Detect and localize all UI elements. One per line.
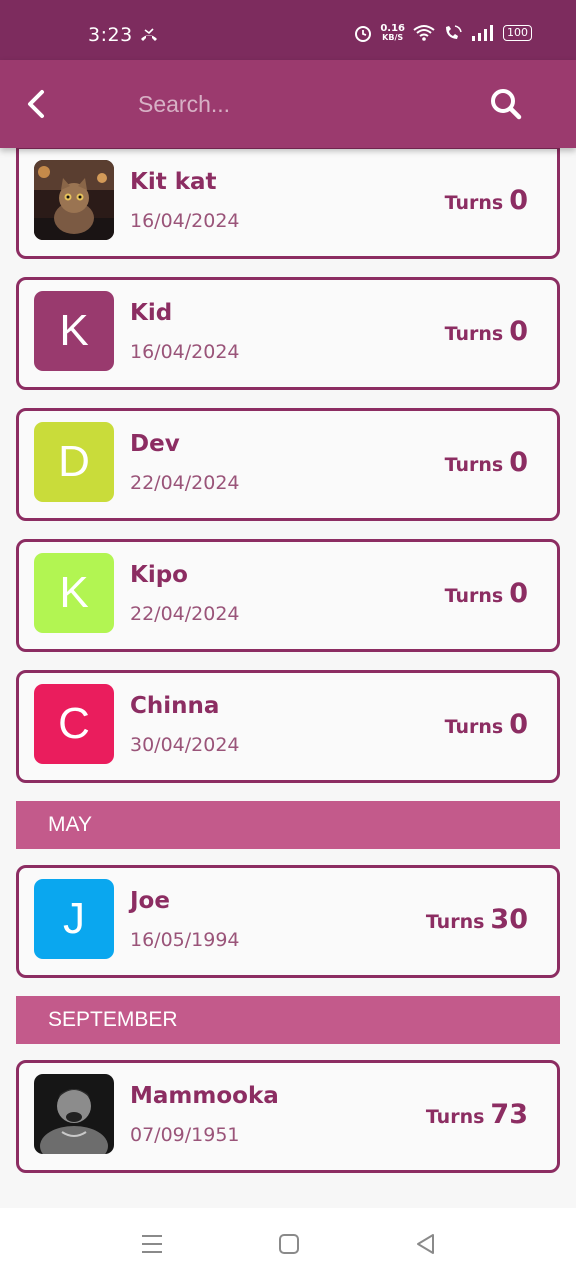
home-icon[interactable] xyxy=(275,1230,303,1258)
wifi-icon xyxy=(413,25,435,41)
search-icon[interactable] xyxy=(486,84,526,124)
turns-label: Turns xyxy=(425,911,485,933)
system-nav-bar xyxy=(0,1208,576,1280)
missed-call-icon xyxy=(141,28,157,41)
turns-label: Turns xyxy=(444,585,504,607)
avatar: D xyxy=(34,422,114,502)
person-name: Dev xyxy=(130,431,180,457)
birth-date: 16/04/2024 xyxy=(130,341,240,363)
back-icon[interactable] xyxy=(412,1230,440,1258)
turns-counter: Turns 0 xyxy=(445,316,528,347)
person-name: Joe xyxy=(130,888,170,914)
network-speed: 0.16 KB/S xyxy=(380,23,405,43)
turns-value: 0 xyxy=(509,316,528,347)
person-card[interactable]: K Kid 16/04/2024 Turns 0 xyxy=(16,277,560,390)
turns-counter: Turns 0 xyxy=(445,447,528,478)
turns-label: Turns xyxy=(444,192,504,214)
birth-date: 30/04/2024 xyxy=(130,734,240,756)
signal-icon xyxy=(472,25,493,41)
turns-counter: Turns 30 xyxy=(426,904,528,935)
avatar: C xyxy=(34,684,114,764)
status-time: 3:23 xyxy=(88,24,133,46)
person-name: Mammooka xyxy=(130,1083,279,1109)
month-header: MAY xyxy=(16,801,560,849)
turns-value: 73 xyxy=(490,1099,528,1130)
person-card[interactable]: D Dev 22/04/2024 Turns 0 xyxy=(16,408,560,521)
turns-label: Turns xyxy=(425,1106,485,1128)
birth-date: 16/05/1994 xyxy=(130,929,240,951)
turns-label: Turns xyxy=(444,454,504,476)
person-name: Kit kat xyxy=(130,169,217,195)
turns-counter: Turns 0 xyxy=(445,185,528,216)
person-card[interactable]: Kit kat 16/04/2024 Turns 0 xyxy=(16,146,560,259)
turns-counter: Turns 73 xyxy=(426,1099,528,1130)
avatar: K xyxy=(34,553,114,633)
person-card[interactable]: Mammooka 07/09/1951 Turns 73 xyxy=(16,1060,560,1173)
app-bar xyxy=(0,60,576,148)
avatar: J xyxy=(34,879,114,959)
month-header: SEPTEMBER xyxy=(16,996,560,1044)
birth-date: 16/04/2024 xyxy=(130,210,240,232)
person-name: Kipo xyxy=(130,562,188,588)
turns-value: 0 xyxy=(509,709,528,740)
back-arrow-icon[interactable] xyxy=(18,84,58,124)
turns-value: 30 xyxy=(490,904,528,935)
status-bar: 3:23 0.16 KB/S 100 xyxy=(0,0,576,60)
person-card[interactable]: K Kipo 22/04/2024 Turns 0 xyxy=(16,539,560,652)
menu-icon[interactable] xyxy=(138,1230,166,1258)
alarm-icon xyxy=(355,26,372,42)
turns-counter: Turns 0 xyxy=(445,578,528,609)
avatar xyxy=(34,1074,114,1154)
avatar xyxy=(34,160,114,240)
turns-counter: Turns 0 xyxy=(445,709,528,740)
person-name: Kid xyxy=(130,300,173,326)
status-icons: 0.16 KB/S 100 xyxy=(354,24,532,42)
wifi-calling-icon xyxy=(446,25,462,39)
turns-value: 0 xyxy=(509,578,528,609)
birth-date: 07/09/1951 xyxy=(130,1124,240,1146)
avatar: K xyxy=(34,291,114,371)
turns-label: Turns xyxy=(444,716,504,738)
battery-indicator: 100 xyxy=(503,25,532,41)
cat-photo-icon xyxy=(34,160,114,240)
person-name: Chinna xyxy=(130,693,220,719)
birth-date: 22/04/2024 xyxy=(130,472,240,494)
turns-value: 0 xyxy=(509,185,528,216)
person-card[interactable]: C Chinna 30/04/2024 Turns 0 xyxy=(16,670,560,783)
search-input[interactable] xyxy=(138,84,438,124)
person-card[interactable]: J Joe 16/05/1994 Turns 30 xyxy=(16,865,560,978)
turns-value: 0 xyxy=(509,447,528,478)
turns-label: Turns xyxy=(444,323,504,345)
birthday-list: Kit kat 16/04/2024 Turns 0 K Kid 16/04/2024 Tur… xyxy=(16,146,560,1191)
person-photo-icon xyxy=(34,1074,114,1154)
birth-date: 22/04/2024 xyxy=(130,603,240,625)
